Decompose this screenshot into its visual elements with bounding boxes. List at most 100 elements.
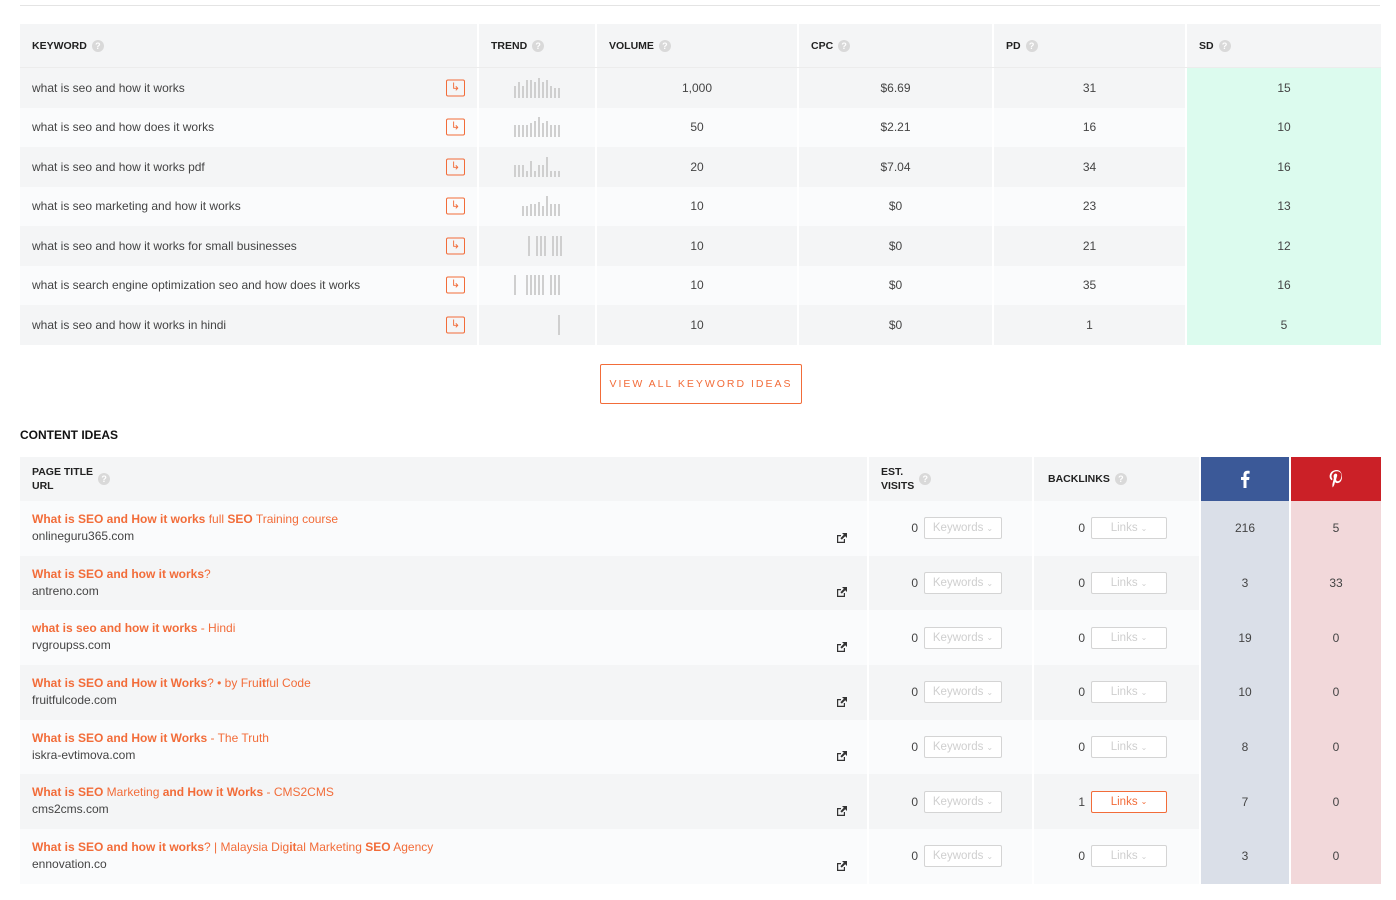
arrow-right-icon[interactable]: ↳: [446, 118, 465, 136]
keyword-table-header: KEYWORD? TREND? VOLUME? CPC? PD? SD?: [20, 24, 1381, 68]
title-segment: ? | Malaysia Dig: [204, 839, 290, 854]
trend-bar: [522, 164, 524, 177]
page-title-link[interactable]: What is SEO and How it Works? • by Fruit…: [32, 675, 311, 691]
page-title-link[interactable]: What is SEO and how it works?: [32, 566, 211, 582]
page-title-link[interactable]: What is SEO and How it Works - The Truth: [32, 730, 269, 746]
trend-bar: [550, 275, 552, 296]
page-title-link[interactable]: What is SEO and How it works full SEO Tr…: [32, 511, 338, 527]
keywords-dropdown-label: Keywords: [932, 741, 984, 754]
arrow-right-icon[interactable]: ↳: [446, 158, 465, 176]
volume-cell: 20: [597, 147, 799, 187]
trend-bar: [518, 164, 520, 177]
keywords-dropdown[interactable]: Keywords ⌄: [924, 572, 1002, 595]
page-url: antreno.com: [32, 583, 99, 598]
title-segment: - The Truth: [207, 730, 269, 745]
links-dropdown[interactable]: Links ⌄: [1091, 790, 1167, 813]
keyword-text[interactable]: what is seo marketing and how it works: [32, 199, 241, 213]
trend-bar: [514, 164, 516, 177]
keyword-text[interactable]: what is seo and how it works: [32, 81, 185, 95]
trend-sparkline: [514, 117, 560, 138]
keywords-dropdown[interactable]: Keywords ⌄: [924, 736, 1002, 759]
cpc-cell: $0: [799, 186, 994, 226]
keywords-dropdown-label: Keywords: [932, 577, 984, 590]
pinterest-icon: [1329, 470, 1342, 488]
external-link-icon[interactable]: [836, 587, 847, 598]
trend-cell: [479, 265, 597, 305]
facebook-shares-cell: 216: [1201, 501, 1291, 556]
keyword-text[interactable]: what is search engine optimization seo a…: [32, 278, 360, 292]
trend-bar: [514, 125, 516, 138]
keyword-text[interactable]: what is seo and how it works in hindi: [32, 318, 226, 332]
external-link-icon[interactable]: [836, 532, 847, 544]
keyword-text[interactable]: what is seo and how does it works: [32, 120, 214, 134]
pinterest-shares: 33: [1329, 576, 1343, 591]
trend-bar: [522, 85, 524, 98]
title-segment: and How it Works: [162, 785, 264, 800]
external-link-icon[interactable]: [836, 806, 847, 817]
content-row: What is SEO and how it works? | Malaysia…: [20, 829, 1381, 884]
help-icon[interactable]: ?: [91, 39, 104, 52]
keywords-dropdown[interactable]: Keywords ⌄: [924, 517, 1002, 540]
chevron-down-icon: ⌄: [986, 797, 994, 807]
keywords-dropdown[interactable]: Keywords ⌄: [924, 626, 1002, 649]
links-dropdown[interactable]: Links ⌄: [1091, 572, 1167, 595]
facebook-shares: 216: [1234, 521, 1256, 536]
trend-bar: [544, 235, 546, 256]
trend-bar: [550, 170, 552, 177]
external-link-icon[interactable]: [836, 696, 847, 708]
keyword-row: what is seo marketing and how it works ↳ 1…: [20, 186, 1381, 226]
page-title-link[interactable]: What is SEO Marketing and How it Works -…: [32, 784, 334, 800]
page-title-link[interactable]: what is seo and how it works - Hindi: [32, 620, 235, 636]
pinterest-shares-cell: 0: [1291, 829, 1381, 884]
trend-bar: [554, 87, 556, 98]
links-dropdown[interactable]: Links ⌄: [1091, 736, 1167, 759]
help-icon[interactable]: ?: [532, 39, 545, 52]
help-icon[interactable]: ?: [1025, 39, 1038, 52]
external-link-icon[interactable]: [836, 751, 847, 762]
help-icon[interactable]: ?: [838, 39, 851, 52]
keyword-text[interactable]: what is seo and how it works pdf: [32, 160, 205, 174]
chevron-down-icon: ⌄: [986, 742, 994, 752]
arrow-right-icon[interactable]: ↳: [446, 79, 465, 97]
arrow-right-icon[interactable]: ↳: [446, 237, 465, 255]
links-dropdown[interactable]: Links ⌄: [1091, 517, 1167, 540]
page-title-link[interactable]: What is SEO and how it works? | Malaysia…: [32, 839, 433, 855]
trend-bar: [554, 125, 556, 138]
arrow-right-icon[interactable]: ↳: [446, 197, 465, 215]
external-link-icon[interactable]: [836, 860, 847, 872]
keywords-dropdown-label: Keywords: [932, 686, 984, 699]
help-icon[interactable]: ?: [1114, 473, 1127, 485]
arrow-right-icon[interactable]: ↳: [446, 276, 465, 294]
keywords-dropdown[interactable]: Keywords ⌄: [924, 845, 1002, 868]
col-pd-label: PD: [1006, 39, 1021, 52]
trend-bar: [546, 196, 548, 217]
page-title-cell: What is SEO and How it Works? • by Fruit…: [20, 665, 869, 720]
arrow-right-icon[interactable]: ↳: [446, 316, 465, 334]
content-row: what is seo and how it works - Hindi rvgr…: [20, 610, 1381, 666]
links-dropdown[interactable]: Links ⌄: [1091, 626, 1167, 649]
trend-bar: [530, 275, 532, 296]
keywords-dropdown[interactable]: Keywords ⌄: [924, 681, 1002, 704]
keywords-dropdown[interactable]: Keywords ⌄: [924, 790, 1002, 813]
view-all-keyword-ideas-button[interactable]: VIEW ALL KEYWORD IDEAS: [600, 364, 802, 404]
links-dropdown[interactable]: Links ⌄: [1091, 845, 1167, 868]
external-link-icon[interactable]: [836, 642, 847, 653]
keyword-text[interactable]: what is seo and how it works for small b…: [32, 239, 297, 253]
keyword-table-body: what is seo and how it works ↳ 1,000 $6.69 3…: [20, 68, 1381, 345]
trend-bar: [558, 204, 560, 217]
help-icon[interactable]: ?: [919, 473, 932, 485]
backlinks-value: 0: [1078, 630, 1085, 645]
keyword-ideas-table: KEYWORD? TREND? VOLUME? CPC? PD? SD? wha…: [20, 24, 1381, 345]
pinterest-shares-cell: 0: [1291, 610, 1381, 666]
keyword-cell: what is seo and how it works pdf ↳: [20, 147, 479, 187]
links-dropdown[interactable]: Links ⌄: [1091, 681, 1167, 704]
chevron-down-icon: ⌄: [1140, 742, 1148, 752]
help-icon[interactable]: ?: [1218, 39, 1231, 52]
trend-bar: [558, 170, 560, 177]
trend-bar: [558, 275, 560, 296]
trend-bar: [518, 125, 520, 138]
title-segment: Marketing: [103, 785, 163, 800]
help-icon[interactable]: ?: [658, 39, 671, 52]
trend-cell: [479, 226, 597, 266]
help-icon[interactable]: ?: [98, 473, 111, 485]
